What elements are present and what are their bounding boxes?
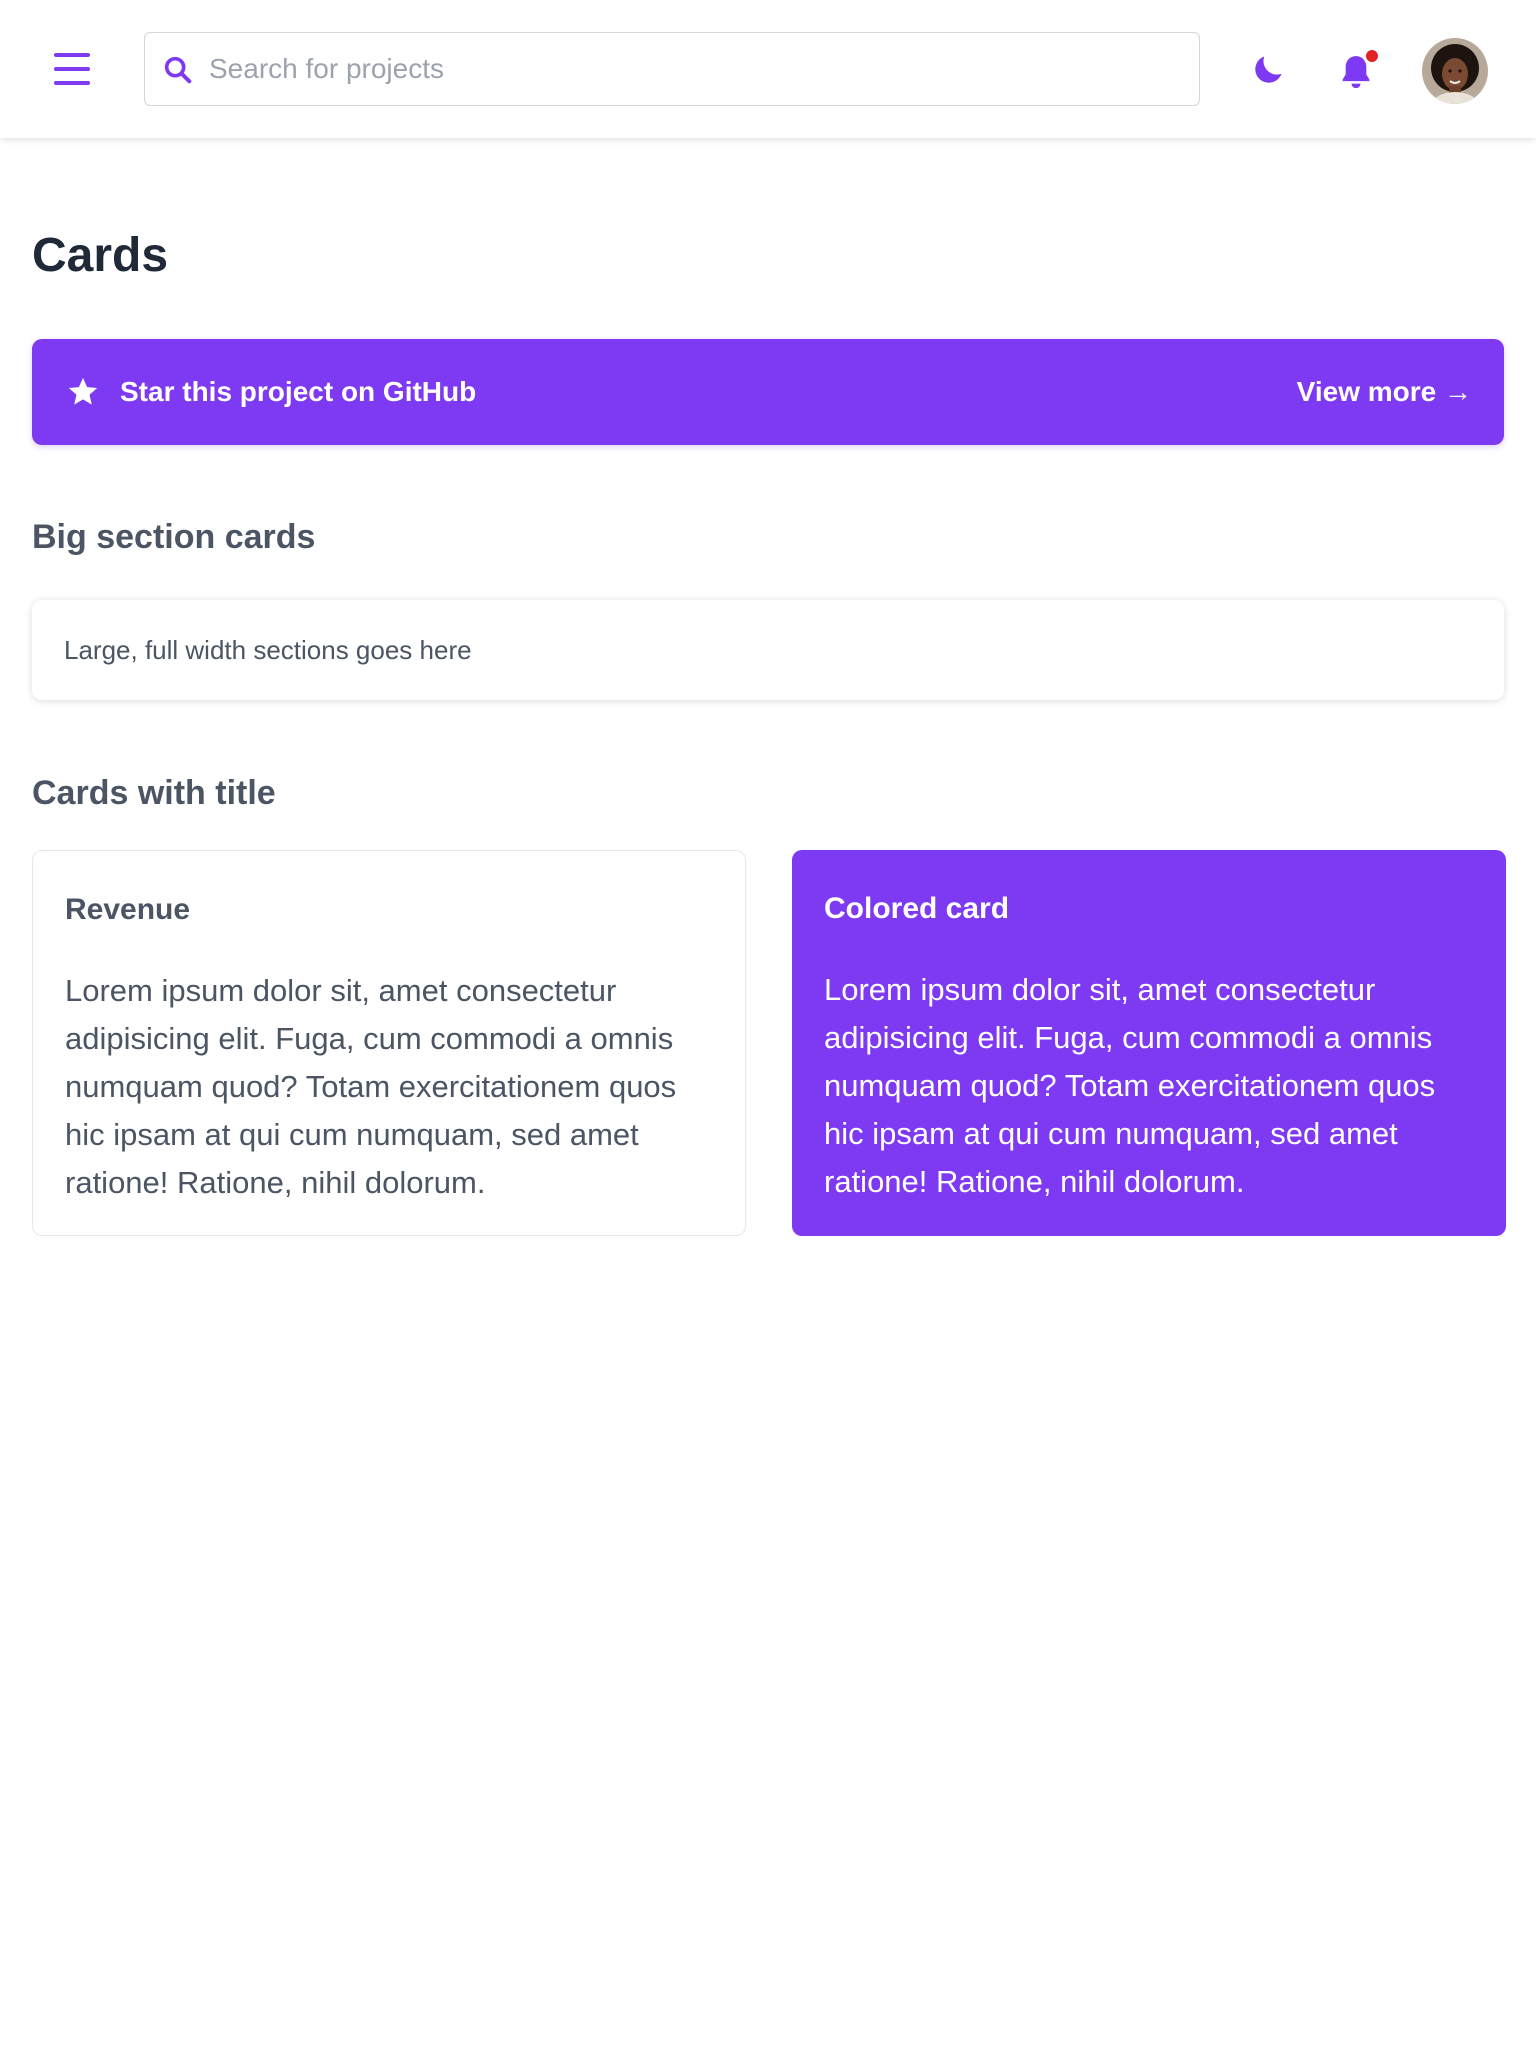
user-avatar[interactable] <box>1422 38 1488 104</box>
big-section-card: Large, full width sections goes here <box>32 600 1504 700</box>
card-body: Lorem ipsum dolor sit, amet consectetur … <box>65 973 677 1200</box>
search-bar[interactable] <box>144 32 1200 106</box>
search-icon <box>164 56 192 84</box>
top-header <box>0 0 1536 138</box>
revenue-card: Revenue Lorem ipsum dolor sit, amet cons… <box>32 850 746 1236</box>
card-body: Lorem ipsum dolor sit, amet consectetur … <box>824 972 1436 1199</box>
search-input[interactable] <box>209 33 1189 105</box>
star-icon <box>68 377 98 405</box>
card-title: Colored card <box>824 892 1010 925</box>
colored-card: Colored card Lorem ipsum dolor sit, amet… <box>792 850 1506 1236</box>
github-star-banner[interactable]: Star this project on GitHub View more → <box>32 339 1504 445</box>
notification-badge <box>1364 48 1380 64</box>
section-heading-titled-cards: Cards with title <box>32 774 276 812</box>
notifications-button[interactable] <box>1336 48 1380 92</box>
card-title: Revenue <box>65 893 191 926</box>
page-title: Cards <box>32 229 169 282</box>
section-heading-big-cards: Big section cards <box>32 518 316 556</box>
big-card-text: Large, full width sections goes here <box>64 635 472 665</box>
banner-label: Star this project on GitHub <box>120 376 477 407</box>
menu-icon[interactable] <box>54 53 90 85</box>
moon-icon[interactable] <box>1250 52 1286 88</box>
view-more-link[interactable]: View more → <box>1297 375 1472 409</box>
